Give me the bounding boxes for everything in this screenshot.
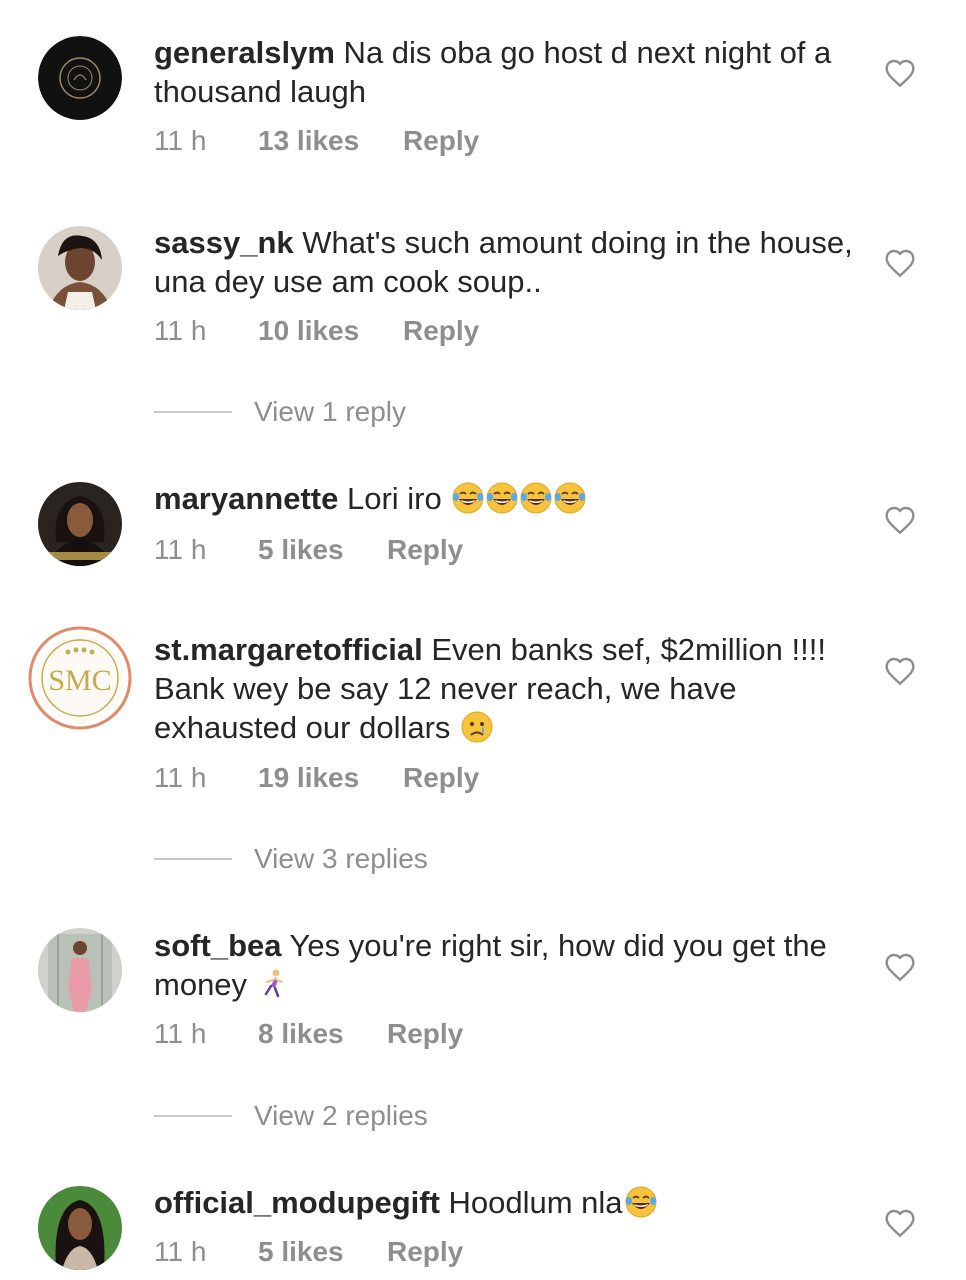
- comment-likes[interactable]: 8 likes: [258, 1018, 344, 1050]
- reply-button[interactable]: Reply: [403, 315, 479, 347]
- woman-running-emoji: [258, 968, 290, 1000]
- comment-likes[interactable]: 19 likes: [258, 762, 359, 794]
- view-replies-label[interactable]: View 1 reply: [254, 396, 406, 428]
- avatar[interactable]: [38, 226, 122, 310]
- comment-username[interactable]: generalslym: [154, 35, 335, 70]
- comment-text: official_modupegift Hoodlum nla: [154, 1183, 859, 1222]
- avatar[interactable]: SMC: [28, 626, 132, 730]
- comment-username[interactable]: soft_bea: [154, 928, 281, 963]
- avatar[interactable]: [38, 928, 122, 1012]
- comment-username[interactable]: st.margaretofficial: [154, 632, 423, 667]
- laughing-tears-emoji: [554, 482, 586, 514]
- laughing-tears-emoji: [452, 482, 484, 514]
- divider: [154, 858, 232, 860]
- view-replies-label[interactable]: View 3 replies: [254, 843, 428, 875]
- reply-button[interactable]: Reply: [387, 1236, 463, 1268]
- comment-message: Lori iro: [338, 481, 442, 516]
- heart-icon[interactable]: [884, 248, 916, 278]
- avatar[interactable]: [38, 1186, 122, 1270]
- comment-username[interactable]: official_modupegift: [154, 1185, 440, 1220]
- crying-emoji: [461, 711, 493, 743]
- view-replies-label[interactable]: View 2 replies: [254, 1100, 428, 1132]
- comment-time: 11 h: [154, 1236, 207, 1267]
- comment-time: 11 h: [154, 762, 207, 793]
- reply-button[interactable]: Reply: [387, 1018, 463, 1050]
- comment-username[interactable]: sassy_nk: [154, 225, 294, 260]
- heart-icon[interactable]: [884, 58, 916, 88]
- avatar[interactable]: [38, 36, 122, 120]
- reply-button[interactable]: Reply: [403, 125, 479, 157]
- reply-button[interactable]: Reply: [403, 762, 479, 794]
- comment-likes[interactable]: 10 likes: [258, 315, 359, 347]
- heart-icon[interactable]: [884, 505, 916, 535]
- laughing-tears-emoji: [486, 482, 518, 514]
- comment-text: st.margaretofficial Even banks sef, $2mi…: [154, 630, 859, 747]
- comment-text: maryannette Lori iro: [154, 479, 859, 518]
- comment-likes[interactable]: 5 likes: [258, 534, 344, 566]
- heart-icon[interactable]: [884, 952, 916, 982]
- avatar[interactable]: [38, 482, 122, 566]
- comment-time: 11 h: [154, 125, 207, 156]
- heart-icon[interactable]: [884, 656, 916, 686]
- laughing-tears-emoji: [520, 482, 552, 514]
- comment-username[interactable]: maryannette: [154, 481, 338, 516]
- comment-time: 11 h: [154, 534, 207, 565]
- comment-likes[interactable]: 13 likes: [258, 125, 359, 157]
- comment-text: sassy_nk What's such amount doing in the…: [154, 223, 859, 301]
- comment-time: 11 h: [154, 1018, 207, 1049]
- avatar-monogram: SMC: [48, 664, 111, 697]
- comment-time: 11 h: [154, 315, 207, 346]
- reply-button[interactable]: Reply: [387, 534, 463, 566]
- laughing-tears-emoji: [625, 1186, 657, 1218]
- comment-likes[interactable]: 5 likes: [258, 1236, 344, 1268]
- heart-icon[interactable]: [884, 1208, 916, 1238]
- divider: [154, 411, 232, 413]
- comment-emoji: [442, 481, 587, 516]
- comment-message: Hoodlum nla: [439, 1185, 623, 1220]
- comment-text: soft_bea Yes you're right sir, how did y…: [154, 926, 859, 1004]
- divider: [154, 1115, 232, 1117]
- comment-text: generalslym Na dis oba go host d next ni…: [154, 33, 859, 111]
